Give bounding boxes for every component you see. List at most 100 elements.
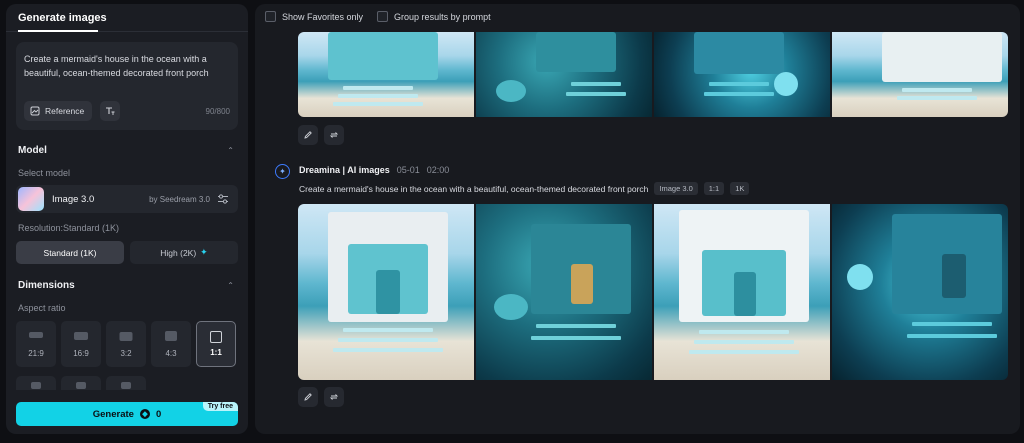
aspect-shape-icon bbox=[210, 331, 222, 343]
result-image[interactable] bbox=[832, 204, 1008, 380]
ratio-chip: 1:1 bbox=[703, 182, 725, 195]
favorites-label: Show Favorites only bbox=[282, 11, 364, 22]
house-shape bbox=[882, 32, 1002, 82]
result-image[interactable] bbox=[832, 32, 1008, 117]
edit-button[interactable] bbox=[298, 125, 318, 145]
house-shape bbox=[328, 32, 438, 80]
stairs-shape bbox=[338, 338, 438, 342]
generation-prompt[interactable]: Create a mermaid's house in the ocean wi… bbox=[299, 184, 648, 194]
show-favorites-filter[interactable]: Show Favorites only bbox=[265, 11, 363, 22]
model-chip: Image 3.0 bbox=[654, 182, 698, 195]
app-root: Generate images Create a mermaid's house… bbox=[0, 0, 1024, 443]
resolution-standard-button[interactable]: Standard (1K) bbox=[16, 241, 124, 264]
regenerate-button[interactable] bbox=[324, 387, 344, 407]
aspect-ratio-options: 21:9 16:9 3:2 4:3 1:1 bbox=[16, 321, 238, 373]
aspect-option-more[interactable] bbox=[16, 376, 56, 390]
repeat-icon bbox=[329, 394, 339, 400]
group-checkbox[interactable] bbox=[377, 11, 389, 22]
aspect-option-16-9[interactable]: 16:9 bbox=[61, 321, 101, 367]
stairs-shape bbox=[907, 334, 997, 338]
stairs-shape bbox=[536, 324, 616, 328]
select-model-label: Select model bbox=[18, 168, 71, 178]
result-image[interactable] bbox=[298, 204, 474, 380]
aspect-shape-icon bbox=[74, 332, 88, 340]
aspect-shape-icon bbox=[31, 382, 41, 389]
stairs-shape bbox=[333, 102, 423, 106]
aspect-option-3-2[interactable]: 3:2 bbox=[106, 321, 146, 367]
aspect-option-more[interactable] bbox=[106, 376, 146, 390]
favorites-checkbox[interactable] bbox=[265, 11, 276, 22]
generation-meta: Dreamina | AI images 05-01 02:00 bbox=[299, 165, 449, 175]
aspect-label: 16:9 bbox=[73, 349, 89, 358]
character-counter: 90/800 bbox=[205, 107, 230, 116]
model-name: Image 3.0 bbox=[52, 194, 95, 205]
result-image[interactable] bbox=[476, 204, 652, 380]
stairs-shape bbox=[338, 94, 418, 98]
aspect-option-21-9[interactable]: 21:9 bbox=[16, 321, 56, 367]
group-by-prompt-filter[interactable]: Group results by prompt bbox=[377, 11, 491, 22]
group-label: Group results by prompt bbox=[394, 11, 491, 22]
filter-bar: Show Favorites only Group results by pro… bbox=[265, 11, 491, 22]
active-tab-indicator bbox=[18, 30, 98, 32]
prompt-input[interactable]: Create a mermaid's house in the ocean wi… bbox=[24, 52, 230, 80]
credit-coin-icon: ◆ bbox=[139, 409, 150, 419]
aspect-label: 3:2 bbox=[120, 349, 132, 358]
result-image[interactable] bbox=[654, 32, 830, 117]
current-actions bbox=[298, 387, 344, 407]
previous-results-row bbox=[298, 32, 1008, 117]
image-reference-icon bbox=[30, 106, 40, 116]
aspect-label: 4:3 bbox=[165, 349, 177, 358]
aspect-option-1-1[interactable]: 1:1 bbox=[196, 321, 236, 367]
stairs-shape bbox=[704, 92, 774, 96]
resolution-high-button[interactable]: High (2K) ✦ bbox=[130, 241, 238, 264]
tab-bar: Generate images bbox=[6, 4, 248, 32]
generator-name: Dreamina | AI images bbox=[299, 165, 390, 175]
stairs-shape bbox=[699, 330, 789, 334]
model-selector[interactable]: Image 3.0 by Seedream 3.0 bbox=[16, 185, 238, 213]
previous-actions bbox=[298, 125, 344, 145]
lantern-shape bbox=[774, 72, 798, 96]
lantern-shape bbox=[847, 264, 873, 290]
text-format-button[interactable] bbox=[100, 101, 120, 121]
reference-label: Reference bbox=[45, 106, 85, 116]
chevron-up-icon[interactable]: ⌃ bbox=[227, 281, 234, 290]
dimensions-section-title: Dimensions bbox=[18, 280, 75, 291]
regenerate-button[interactable] bbox=[324, 125, 344, 145]
sparkle-icon: ✦ bbox=[200, 247, 208, 257]
aspect-ratio-label: Aspect ratio bbox=[18, 303, 66, 313]
generate-label: Generate bbox=[92, 408, 134, 420]
aspect-shape-icon bbox=[121, 382, 131, 389]
aspect-option-more[interactable] bbox=[61, 376, 101, 390]
chevron-up-icon[interactable]: ⌃ bbox=[227, 146, 234, 155]
edit-button[interactable] bbox=[298, 387, 318, 407]
reference-button[interactable]: Reference bbox=[24, 101, 93, 121]
aspect-ratio-options-row-2 bbox=[16, 376, 238, 390]
stairs-shape bbox=[566, 92, 626, 96]
generate-button[interactable]: Generate ◆ 0 Try free bbox=[16, 402, 238, 426]
resolution-chip: 1K bbox=[730, 182, 750, 195]
stairs-shape bbox=[689, 350, 799, 354]
stairs-shape bbox=[694, 340, 794, 344]
result-image[interactable] bbox=[476, 32, 652, 117]
text-format-icon bbox=[106, 107, 115, 115]
result-image[interactable] bbox=[298, 32, 474, 117]
model-provider: by Seedream 3.0 bbox=[149, 195, 210, 204]
generation-prompt-line: Create a mermaid's house in the ocean wi… bbox=[299, 182, 750, 195]
settings-sliders-icon[interactable] bbox=[217, 193, 229, 205]
prompt-box[interactable]: Create a mermaid's house in the ocean wi… bbox=[16, 42, 238, 130]
shell-shape bbox=[494, 294, 528, 320]
door-shape bbox=[376, 270, 400, 314]
stairs-shape bbox=[912, 322, 992, 326]
house-shape bbox=[536, 32, 616, 72]
door-shape bbox=[571, 264, 593, 304]
results-panel: Show Favorites only Group results by pro… bbox=[255, 4, 1020, 434]
aspect-option-4-3[interactable]: 4:3 bbox=[151, 321, 191, 367]
stairs-shape bbox=[897, 96, 977, 100]
generation-time: 02:00 bbox=[426, 165, 450, 175]
aspect-label: 21:9 bbox=[28, 349, 44, 358]
tab-generate-images[interactable]: Generate images bbox=[18, 12, 107, 24]
generate-cost: 0 bbox=[155, 408, 162, 420]
resolution-high-label: High (2K) bbox=[160, 247, 197, 258]
pencil-icon bbox=[304, 393, 312, 401]
result-image[interactable] bbox=[654, 204, 830, 380]
